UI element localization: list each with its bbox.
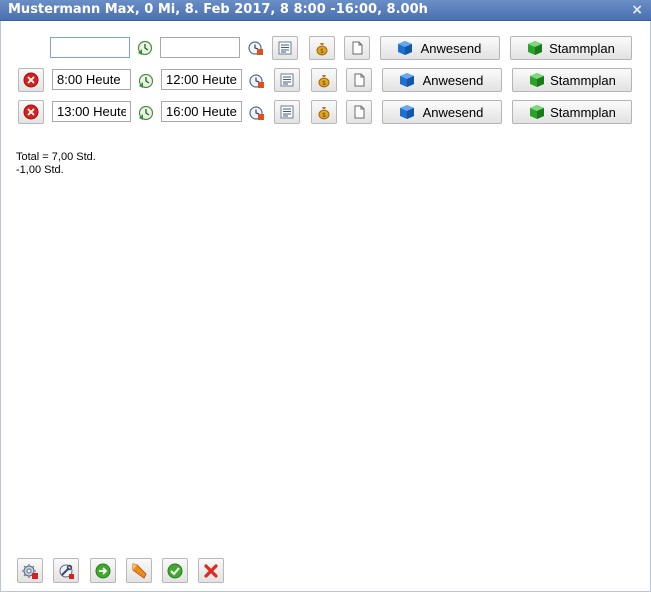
money-button[interactable]: $: [311, 100, 337, 124]
summary: Total = 7,00 Std. -1,00 Std.: [16, 151, 96, 177]
blue-cube-icon: [398, 41, 412, 55]
money-bag-icon: $: [316, 43, 328, 56]
plan-button-label: Stammplan: [550, 104, 616, 120]
settings-button[interactable]: [17, 558, 43, 583]
gear-icon: [22, 563, 38, 579]
note-icon: [354, 105, 365, 119]
end-clock-icon[interactable]: [248, 40, 264, 56]
end-time-input[interactable]: [161, 101, 242, 122]
time-entry-row: $ Anwesend Stammplan: [0, 36, 651, 60]
money-button[interactable]: $: [311, 68, 337, 92]
flag-button[interactable]: [126, 558, 152, 583]
green-cube-icon: [530, 105, 544, 119]
confirm-button[interactable]: [162, 558, 188, 583]
time-entry-row: $ Anwesend Stammplan: [0, 100, 651, 124]
flag-icon: [132, 562, 147, 579]
time-entry-row: $ Anwesend Stammplan: [0, 68, 651, 92]
green-cube-icon: [530, 73, 544, 87]
wrench-icon: [59, 564, 74, 579]
svg-text:$: $: [322, 80, 326, 87]
present-button[interactable]: Anwesend: [380, 36, 500, 60]
money-bag-icon: $: [318, 107, 330, 120]
tool-button[interactable]: [53, 558, 79, 583]
details-button[interactable]: [274, 100, 300, 124]
start-time-input[interactable]: [52, 101, 131, 122]
plan-button[interactable]: Stammplan: [510, 36, 632, 60]
money-bag-icon: $: [318, 75, 330, 88]
window-title: Mustermann Max, 0 Mi, 8. Feb 2017, 8 8:0…: [8, 2, 428, 17]
details-button[interactable]: [274, 68, 300, 92]
note-button[interactable]: [346, 68, 372, 92]
list-icon: [280, 73, 294, 87]
green-cube-icon: [528, 41, 542, 55]
cross-icon: [204, 563, 218, 578]
delete-icon: [23, 104, 39, 120]
delete-button[interactable]: [18, 100, 44, 124]
end-time-input[interactable]: [160, 37, 240, 58]
svg-text:$: $: [322, 112, 326, 119]
svg-text:$: $: [320, 48, 324, 55]
check-icon: [167, 563, 183, 578]
plan-button-label: Stammplan: [550, 72, 616, 88]
end-time-input[interactable]: [161, 69, 242, 90]
plan-button[interactable]: Stammplan: [512, 100, 632, 124]
present-button[interactable]: Anwesend: [382, 68, 502, 92]
hours-difference: -1,00 Std.: [16, 164, 64, 176]
note-button[interactable]: [346, 100, 372, 124]
present-button-label: Anwesend: [422, 72, 484, 88]
close-icon[interactable]: ×: [631, 0, 643, 20]
start-clock-icon[interactable]: [138, 105, 154, 121]
present-button-label: Anwesend: [420, 40, 482, 56]
cancel-button[interactable]: [198, 558, 224, 583]
delete-button[interactable]: [18, 68, 44, 92]
total-hours: Total = 7,00 Std.: [16, 151, 96, 163]
next-button[interactable]: [90, 558, 116, 583]
blue-cube-icon: [400, 105, 414, 119]
plan-button[interactable]: Stammplan: [512, 68, 632, 92]
details-button[interactable]: [272, 36, 298, 60]
present-button-label: Anwesend: [422, 104, 484, 120]
start-clock-icon[interactable]: [137, 40, 153, 56]
money-button[interactable]: $: [309, 36, 335, 60]
note-icon: [352, 41, 363, 55]
start-clock-icon[interactable]: [138, 73, 154, 89]
arrow-right-icon: [95, 563, 111, 578]
note-icon: [354, 73, 365, 87]
plan-button-label: Stammplan: [549, 40, 615, 56]
end-clock-icon[interactable]: [249, 73, 265, 89]
present-button[interactable]: Anwesend: [382, 100, 502, 124]
list-icon: [280, 105, 294, 119]
note-button[interactable]: [344, 36, 370, 60]
start-time-input[interactable]: [50, 37, 130, 58]
blue-cube-icon: [400, 73, 414, 87]
end-clock-icon[interactable]: [249, 105, 265, 121]
window-title-bar: Mustermann Max, 0 Mi, 8. Feb 2017, 8 8:0…: [0, 0, 651, 21]
delete-icon: [23, 72, 39, 88]
start-time-input[interactable]: [52, 69, 131, 90]
list-icon: [278, 41, 292, 55]
